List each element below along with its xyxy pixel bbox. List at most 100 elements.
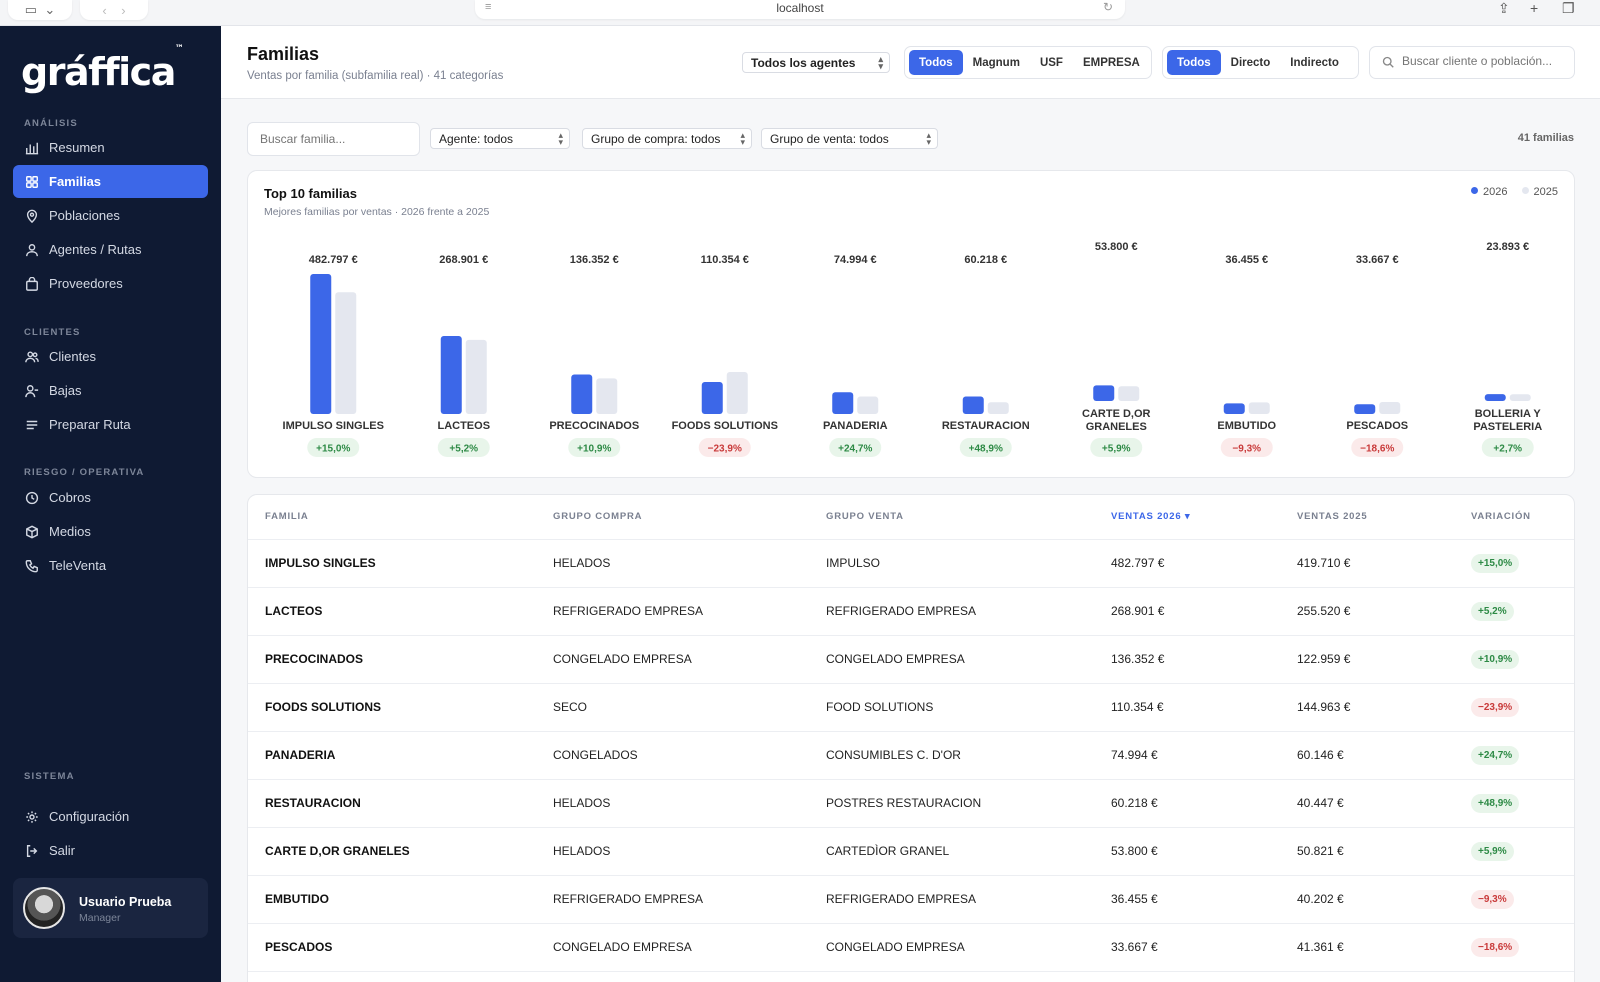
bar-2026[interactable] [1093,385,1115,401]
ventas-2025-cell: 419.710 € [1297,539,1471,588]
ventas-2026-cell: 110.354 € [1111,683,1297,732]
column-header[interactable]: GRUPO COMPRA [553,495,826,540]
bar-value-label: 23.893 € [1486,241,1529,253]
column-header[interactable]: GRUPO VENTA [826,495,1111,540]
bar-2025[interactable] [987,402,1009,414]
sidebar-toggle-button[interactable]: ▭ ⌄ [8,0,72,20]
bar-2025[interactable] [1248,402,1270,414]
variation-badge: −9,3% [1471,889,1514,909]
sidebar-item-poblaciones[interactable]: Poblaciones [13,199,208,232]
grupo-compra-cell: CONGELADO EMPRESA [553,635,826,684]
map-pin-icon [25,209,39,223]
ventas-2025-cell: 41.361 € [1297,923,1471,972]
bar-2026[interactable] [962,396,984,414]
seg-channel-todos[interactable]: Todos [1167,50,1221,75]
sidebar-item-agentes[interactable]: Agentes / Rutas [13,233,208,266]
grupo-compra-filter-select[interactable]: Grupo de compra: todos ▴ ▾ [582,128,752,149]
seg-brand-empresa[interactable]: EMPRESA [1073,50,1150,75]
table-row[interactable]: PRECOCINADOS CONGELADO EMPRESA CONGELADO E… [248,635,1574,684]
bar-2025[interactable] [726,371,748,414]
table-row[interactable]: PANADERIA CONGELADOS CONSUMIBLES C. D'OR 74… [248,731,1574,780]
ventas-2025-cell: 122.959 € [1297,635,1471,684]
grupo-venta-cell: CONGELADO EMPRESA [826,635,1111,684]
page-header: Familias Ventas por familia (subfamilia … [221,26,1600,99]
sidebar-item-preparar-ruta[interactable]: Preparar Ruta [13,408,208,441]
select-chevron-icon: ▴ ▾ [878,54,883,71]
variation-badge: +5,9% [1471,841,1514,861]
bar-2025[interactable] [1118,386,1140,401]
sidebar-item-clientes[interactable]: Clientes [13,340,208,373]
bar-2026[interactable] [832,392,854,414]
sidebar-item-bajas[interactable]: Bajas [13,374,208,407]
page-title: Familias [247,44,320,64]
family-search-input[interactable] [260,132,410,146]
column-header[interactable]: VENTAS 2025 [1297,495,1471,540]
family-cell: PANADERIA [248,731,553,780]
seg-brand-usf[interactable]: USF [1030,50,1073,75]
sidebar-item-familias[interactable]: Familias [13,165,208,198]
sidebar-item-resumen[interactable]: Resumen [13,131,208,164]
bar-2025[interactable] [596,378,618,414]
table-row[interactable]: RESTAURACION HELADOS POSTRES RESTAURACION 6… [248,779,1574,828]
user-minus-icon [25,384,39,398]
table-row[interactable]: FOODS SOLUTIONS SECO FOOD SOLUTIONS 110.354… [248,683,1574,732]
bar-2026[interactable] [1223,403,1245,414]
bar-2026[interactable] [1354,404,1376,414]
table-row[interactable]: PESCADOS CONGELADO EMPRESA CONGELADO EMPRE… [248,923,1574,972]
column-header[interactable]: FAMILIA [248,495,553,540]
back-icon[interactable]: ‹ [102,3,106,18]
category-label: PANADERIA [823,420,888,432]
user-card[interactable]: Usuario Prueba Manager [13,878,208,938]
sidebar-item-cobros[interactable]: Cobros [13,481,208,514]
sidebar-item-salir[interactable]: Salir [13,834,208,867]
table-row[interactable]: CARTE D,OR GRANELES HELADOS CARTEDÌOR GRAN… [248,827,1574,876]
new-tab-icon[interactable]: + [1530,0,1538,16]
seg-channel-indirecto[interactable]: Indirecto [1280,50,1349,75]
column-header[interactable]: VENTAS 2026 ▾ [1111,495,1297,540]
ventas-2025-cell: 144.963 € [1297,683,1471,732]
bar-2025[interactable] [1379,402,1401,414]
bar-2026[interactable] [1484,394,1506,401]
bar-2026[interactable] [440,336,462,414]
sidebar-item-medios[interactable]: Medios [13,515,208,548]
grupo-venta-filter-select[interactable]: Grupo de venta: todos ▴ ▾ [761,128,938,149]
sidebar-item-proveedores[interactable]: Proveedores [13,267,208,300]
browser-toolbar: ▭ ⌄ ‹ › ≡ localhost ↻ ⇪ + ❐ [0,0,1600,26]
phone-icon [25,559,39,573]
bar-2025[interactable] [335,292,357,414]
agent-select[interactable]: Todos los agentes ▴ ▾ [742,52,890,73]
history-nav: ‹ › [80,0,148,20]
seg-brand-todos[interactable]: Todos [909,50,963,75]
avatar [23,887,65,929]
bar-2026[interactable] [310,274,332,414]
table-row[interactable]: LACTEOS REFRIGERADO EMPRESA REFRIGERADO EM… [248,587,1574,636]
table-row[interactable]: IMPULSO SINGLES HELADOS IMPULSO 482.797 €41… [248,539,1574,588]
sidebar-icon: ▭ [24,2,38,17]
address-bar[interactable]: ≡ localhost ↻ [475,0,1125,19]
family-cell: PRECOCINADOS [248,635,553,684]
variation-cell: +5,2% [1471,587,1574,636]
brand-logo[interactable]: gráffica™ [21,44,184,94]
forward-icon[interactable]: › [121,3,125,18]
agente-filter-select[interactable]: Agente: todos ▴ ▾ [430,128,570,149]
tabs-overview-icon[interactable]: ❐ [1562,0,1575,17]
sidebar-item-televenta[interactable]: TeleVenta [13,549,208,582]
category-label: RESTAURACION [942,420,1030,432]
table-row[interactable]: EMBUTIDO REFRIGERADO EMPRESA REFRIGERADO E… [248,875,1574,924]
bar-2025[interactable] [857,396,879,414]
legend-item-2025: 2025 [1521,186,1558,198]
bar-2025[interactable] [465,339,487,414]
share-icon[interactable]: ⇪ [1498,0,1510,17]
client-search-input[interactable] [1402,54,1567,68]
column-header[interactable]: VARIACIÓN [1471,495,1574,540]
bar-2026[interactable] [701,381,723,414]
reload-icon[interactable]: ↻ [1103,0,1113,14]
ventas-2026-cell: 36.455 € [1111,875,1297,924]
top10-chart-card: 482.797 € IMPULSO SINGLES +15,0% 268.901 € L… [247,170,1575,478]
seg-brand-magnum[interactable]: Magnum [963,50,1030,75]
seg-channel-directo[interactable]: Directo [1221,50,1281,75]
page-subtitle: Ventas por familia (subfamilia real) · 4… [247,70,504,82]
bar-2026[interactable] [571,374,593,414]
bar-2025[interactable] [1509,394,1531,401]
sidebar-item-configuracion[interactable]: Configuración [13,800,208,833]
